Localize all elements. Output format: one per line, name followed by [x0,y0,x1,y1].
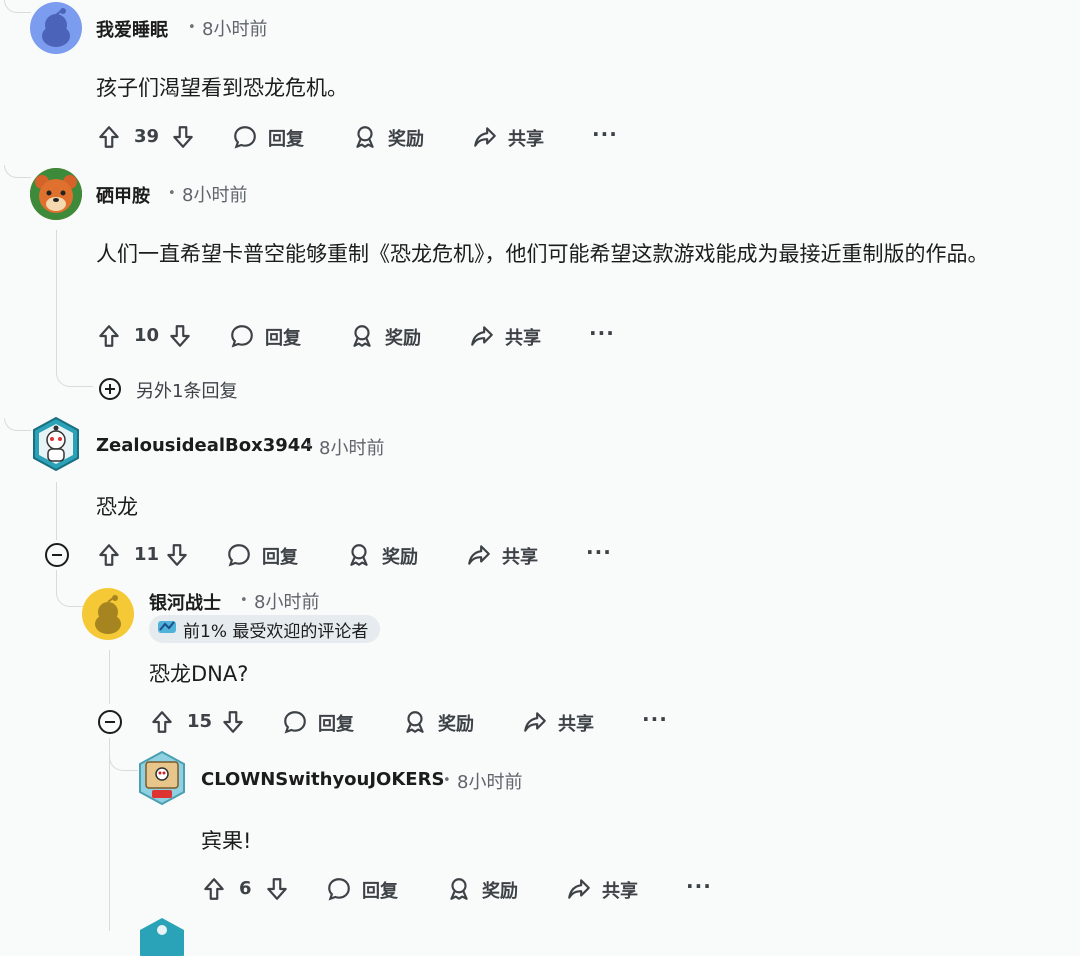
share-icon[interactable] [522,709,548,739]
reply-icon[interactable] [226,542,252,572]
award-icon[interactable] [349,323,375,353]
award-button[interactable]: 奖励 [388,125,424,151]
reply-icon[interactable] [326,876,352,906]
thread-curve [56,580,83,607]
timestamp[interactable]: 8小时前 [202,15,267,41]
thread-line [109,650,110,704]
upvote-icon[interactable] [96,542,122,572]
more-options-button[interactable]: ··· [642,707,668,731]
reply-button[interactable]: 回复 [265,324,301,350]
reply-button[interactable]: 回复 [318,710,354,736]
downvote-icon[interactable] [167,323,193,353]
collapse-thread-button[interactable] [98,710,122,734]
avatar[interactable] [30,2,82,54]
username[interactable]: 硒甲胺 [96,182,150,208]
downvote-icon[interactable] [170,124,196,154]
upvote-icon[interactable] [96,323,122,353]
reply-button[interactable]: 回复 [262,543,298,569]
award-button[interactable]: 奖励 [382,543,418,569]
award-icon[interactable] [346,542,372,572]
timestamp[interactable]: 8小时前 [254,588,319,614]
vote-count: 11 [134,544,160,565]
top-commenter-icon [157,618,177,641]
username[interactable]: 银河战士 [149,589,221,615]
reply-button[interactable]: 回复 [268,125,304,151]
more-options-button[interactable]: ··· [686,874,712,898]
comment-text: 恐龙DNA? [149,662,249,686]
thread-curve [4,0,31,13]
downvote-icon[interactable] [264,876,290,906]
reply-icon[interactable] [229,323,255,353]
share-button[interactable]: 共享 [602,877,638,903]
thread-line [109,738,110,931]
status-badge[interactable]: 前1% 最受欢迎的评论者 [149,615,381,643]
reply-button[interactable]: 回复 [362,877,398,903]
award-button[interactable]: 奖励 [385,324,421,350]
reply-icon[interactable] [282,709,308,739]
vote-count: 15 [187,711,213,732]
more-replies-label[interactable]: 另外1条回复 [136,377,237,403]
more-options-button[interactable]: ··· [586,540,612,564]
comment-text: 孩子们渴望看到恐龙危机。 [96,76,348,100]
avatar[interactable] [30,416,82,472]
share-button[interactable]: 共享 [508,125,544,151]
upvote-icon[interactable] [149,709,175,739]
share-icon[interactable] [469,323,495,353]
separator-dot: • [240,593,248,608]
downvote-icon[interactable] [220,709,246,739]
username[interactable]: ZealousidealBox3944 [96,435,313,456]
avatar[interactable] [136,916,188,956]
separator-dot: • [188,20,196,35]
upvote-icon[interactable] [201,876,227,906]
vote-count: 10 [134,325,160,346]
upvote-icon[interactable] [96,124,122,154]
award-button[interactable]: 奖励 [482,877,518,903]
share-icon[interactable] [466,542,492,572]
expand-icon[interactable] [98,377,122,405]
award-icon[interactable] [402,709,428,739]
award-icon[interactable] [352,124,378,154]
timestamp[interactable]: 8小时前 [457,768,522,794]
share-button[interactable]: 共享 [505,324,541,350]
avatar[interactable] [82,588,134,640]
thread-curve [4,165,31,178]
more-options-button[interactable]: ··· [592,122,618,146]
separator-dot: • [305,439,313,454]
share-icon[interactable] [472,124,498,154]
downvote-icon[interactable] [164,542,190,572]
thread-line [56,230,57,370]
thread-curve [56,360,93,387]
vote-count: 6 [239,878,252,899]
badge-label: 前1% 最受欢迎的评论者 [183,621,369,642]
avatar[interactable] [136,750,188,806]
more-options-button[interactable]: ··· [589,321,615,345]
thread-line [56,482,57,540]
separator-dot: • [443,773,451,788]
award-icon[interactable] [446,876,472,906]
comment-text: 恐龙 [96,495,138,519]
reply-icon[interactable] [232,124,258,154]
separator-dot: • [168,186,176,201]
collapse-thread-button[interactable] [45,543,69,567]
share-button[interactable]: 共享 [558,710,594,736]
share-button[interactable]: 共享 [502,543,538,569]
timestamp[interactable]: 8小时前 [319,434,384,460]
thread-curve [109,740,138,771]
share-icon[interactable] [566,876,592,906]
avatar[interactable] [30,168,82,220]
vote-count: 39 [134,126,160,147]
thread-curve [4,418,31,431]
comment-text: 宾果! [201,829,252,853]
username[interactable]: 我爱睡眠 [96,16,168,42]
comment-text: 人们一直希望卡普空能够重制《恐龙危机》，他们可能希望这款游戏能成为最接近重制版的… [96,242,989,266]
timestamp[interactable]: 8小时前 [182,181,247,207]
username[interactable]: CLOWNSwithyouJOKERS [201,769,444,790]
award-button[interactable]: 奖励 [438,710,474,736]
